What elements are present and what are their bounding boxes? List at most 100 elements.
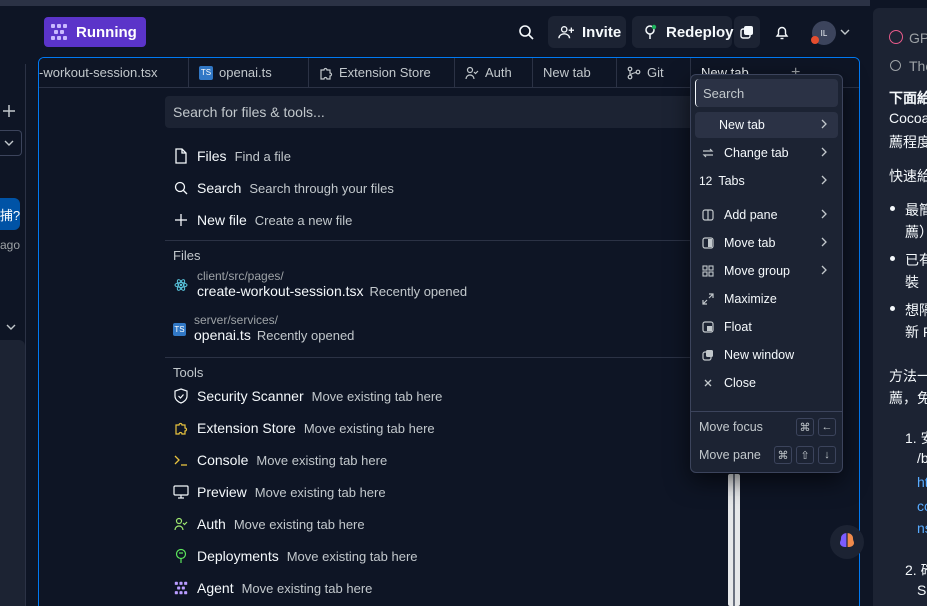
tool-security-scanner[interactable]: Security Scanner Move existing tab here (165, 380, 725, 412)
tool-extension-store[interactable]: Extension Store Move existing tab here (165, 412, 725, 444)
tool-sub: Move existing tab here (256, 452, 388, 468)
action-files[interactable]: Files Find a file (165, 140, 725, 172)
file-item[interactable]: TS server/services/ openai.ts Recently op… (165, 307, 725, 351)
shield-icon (173, 388, 189, 404)
add-user-icon (558, 24, 574, 40)
menu-item-new-tab[interactable]: New tab (695, 112, 838, 138)
chevron-right-icon (820, 174, 832, 188)
tool-sub: Move existing tab here (311, 388, 443, 404)
tool-auth[interactable]: Auth Move existing tab here (165, 508, 725, 540)
tab-extension-store[interactable]: Extension Store (309, 58, 455, 88)
typescript-icon: TS (173, 322, 186, 336)
action-new-file[interactable]: New file Create a new file (165, 204, 725, 236)
action-search[interactable]: Search Search through your files (165, 172, 725, 204)
action-sub: Create a new file (254, 212, 353, 228)
brain-icon (837, 530, 857, 555)
tab-context-menu: Search New tab Change tab 12 Tabs Add pa… (690, 74, 843, 473)
chat-line: Si (917, 582, 927, 598)
tab-git[interactable]: Git (617, 58, 691, 88)
menu-item-label: Close (724, 376, 756, 390)
run-status-button[interactable]: Running (44, 17, 146, 47)
tool-label: Security Scanner (197, 388, 304, 404)
menu-item-label: New window (724, 348, 795, 362)
menu-item-label: New tab (719, 118, 765, 132)
workspace-header: Running Invite Redeploy IL (0, 0, 870, 64)
action-label: New file (197, 212, 247, 228)
menu-item-float[interactable]: Float (695, 314, 838, 340)
menu-item-label: Change tab (724, 146, 789, 160)
launcher-search-input[interactable]: Search for files & tools... (165, 96, 725, 128)
action-label: Search (197, 180, 242, 196)
tab-label: openai.ts (219, 65, 272, 80)
chat-line: 1. 安 (905, 430, 927, 446)
replit-logo-icon (50, 23, 68, 41)
tool-console[interactable]: Console Move existing tab here (165, 444, 725, 476)
chat-line: 已有 (905, 252, 927, 268)
redeploy-button[interactable]: Redeploy (632, 16, 734, 48)
user-check-icon (173, 516, 189, 532)
plus-icon[interactable] (2, 104, 16, 123)
menu-item-label: Tabs (718, 174, 745, 188)
typescript-icon: TS (199, 65, 213, 80)
plus-icon (173, 212, 189, 228)
avatar-initials: IL (820, 28, 828, 38)
search-icon[interactable] (514, 20, 538, 44)
tool-agent[interactable]: Agent Move existing tab here (165, 572, 725, 604)
menu-item-tabs[interactable]: 12 Tabs (695, 168, 838, 194)
file-name: create-workout-session.tsx (197, 283, 364, 299)
arrow-down-key: ↓ (818, 446, 836, 464)
menu-item-move-group[interactable]: Move group (695, 258, 838, 284)
chevron-down-icon[interactable] (838, 20, 852, 44)
menu-item-maximize[interactable]: Maximize (695, 286, 838, 312)
monitor-icon (173, 484, 189, 500)
menu-item-add-pane[interactable]: Add pane (695, 202, 838, 228)
tool-preview[interactable]: Preview Move existing tab here (165, 476, 725, 508)
assistant-fab[interactable] (830, 525, 864, 559)
dropdown-toggle[interactable] (0, 130, 22, 156)
deploy-icon (173, 548, 189, 564)
tab-workout-session[interactable]: -workout-session.tsx (39, 58, 189, 88)
chevron-right-icon (820, 236, 832, 250)
run-status-label: Running (76, 23, 137, 41)
menu-item-new-window[interactable]: New window (695, 342, 838, 368)
chat-line: 新 P (905, 324, 927, 340)
file-text: client/src/pages/ create-workout-session… (197, 269, 467, 301)
tab-openai[interactable]: TS openai.ts (189, 58, 309, 88)
file-item[interactable]: client/src/pages/ create-workout-session… (165, 263, 725, 307)
bell-icon[interactable] (770, 20, 794, 44)
chat-line: 下面給 (889, 90, 927, 106)
thinking-icon (890, 60, 901, 71)
chat-link[interactable]: ht (917, 474, 927, 490)
tool-deployments[interactable]: Deployments Move existing tab here (165, 540, 725, 572)
menu-item-label: Maximize (724, 292, 777, 306)
tool-sub: Move existing tab here (286, 548, 418, 564)
new-window-button[interactable] (734, 16, 760, 48)
chevron-down-icon[interactable] (6, 318, 16, 336)
tool-label: Auth (197, 516, 226, 532)
chevron-right-icon (820, 118, 832, 132)
menu-search-input[interactable]: Search (695, 79, 838, 107)
bullet-dot (890, 256, 895, 261)
chevron-down-icon (4, 140, 14, 146)
assistant-thinking-label: The (909, 58, 927, 74)
chevron-right-icon (820, 208, 832, 222)
menu-item-move-tab[interactable]: Move tab (695, 230, 838, 256)
git-icon (627, 66, 641, 80)
invite-button[interactable]: Invite (548, 16, 626, 48)
chat-link[interactable]: cc (917, 498, 927, 514)
menu-item-close[interactable]: Close (695, 370, 838, 396)
tab-label: Auth (485, 65, 512, 80)
menu-item-change-tab[interactable]: Change tab (695, 140, 838, 166)
chat-bubble[interactable]: 捕? (0, 198, 20, 230)
terminal-icon (173, 452, 189, 468)
tab-new-1[interactable]: New tab (533, 58, 617, 88)
tab-auth[interactable]: Auth (455, 58, 533, 88)
chat-card (0, 340, 25, 606)
chat-line: /b (917, 450, 927, 466)
new-window-icon (701, 348, 715, 362)
chat-line: 裝 (905, 274, 919, 290)
assistant-panel: GPT The 下面給 Cocoa 薦程度 快速給 最簡 薦） 已有 裝 想隔 … (873, 8, 927, 606)
agent-icon (173, 580, 189, 596)
menu-item-label: Add pane (724, 208, 778, 222)
chat-link[interactable]: ns (917, 520, 927, 536)
